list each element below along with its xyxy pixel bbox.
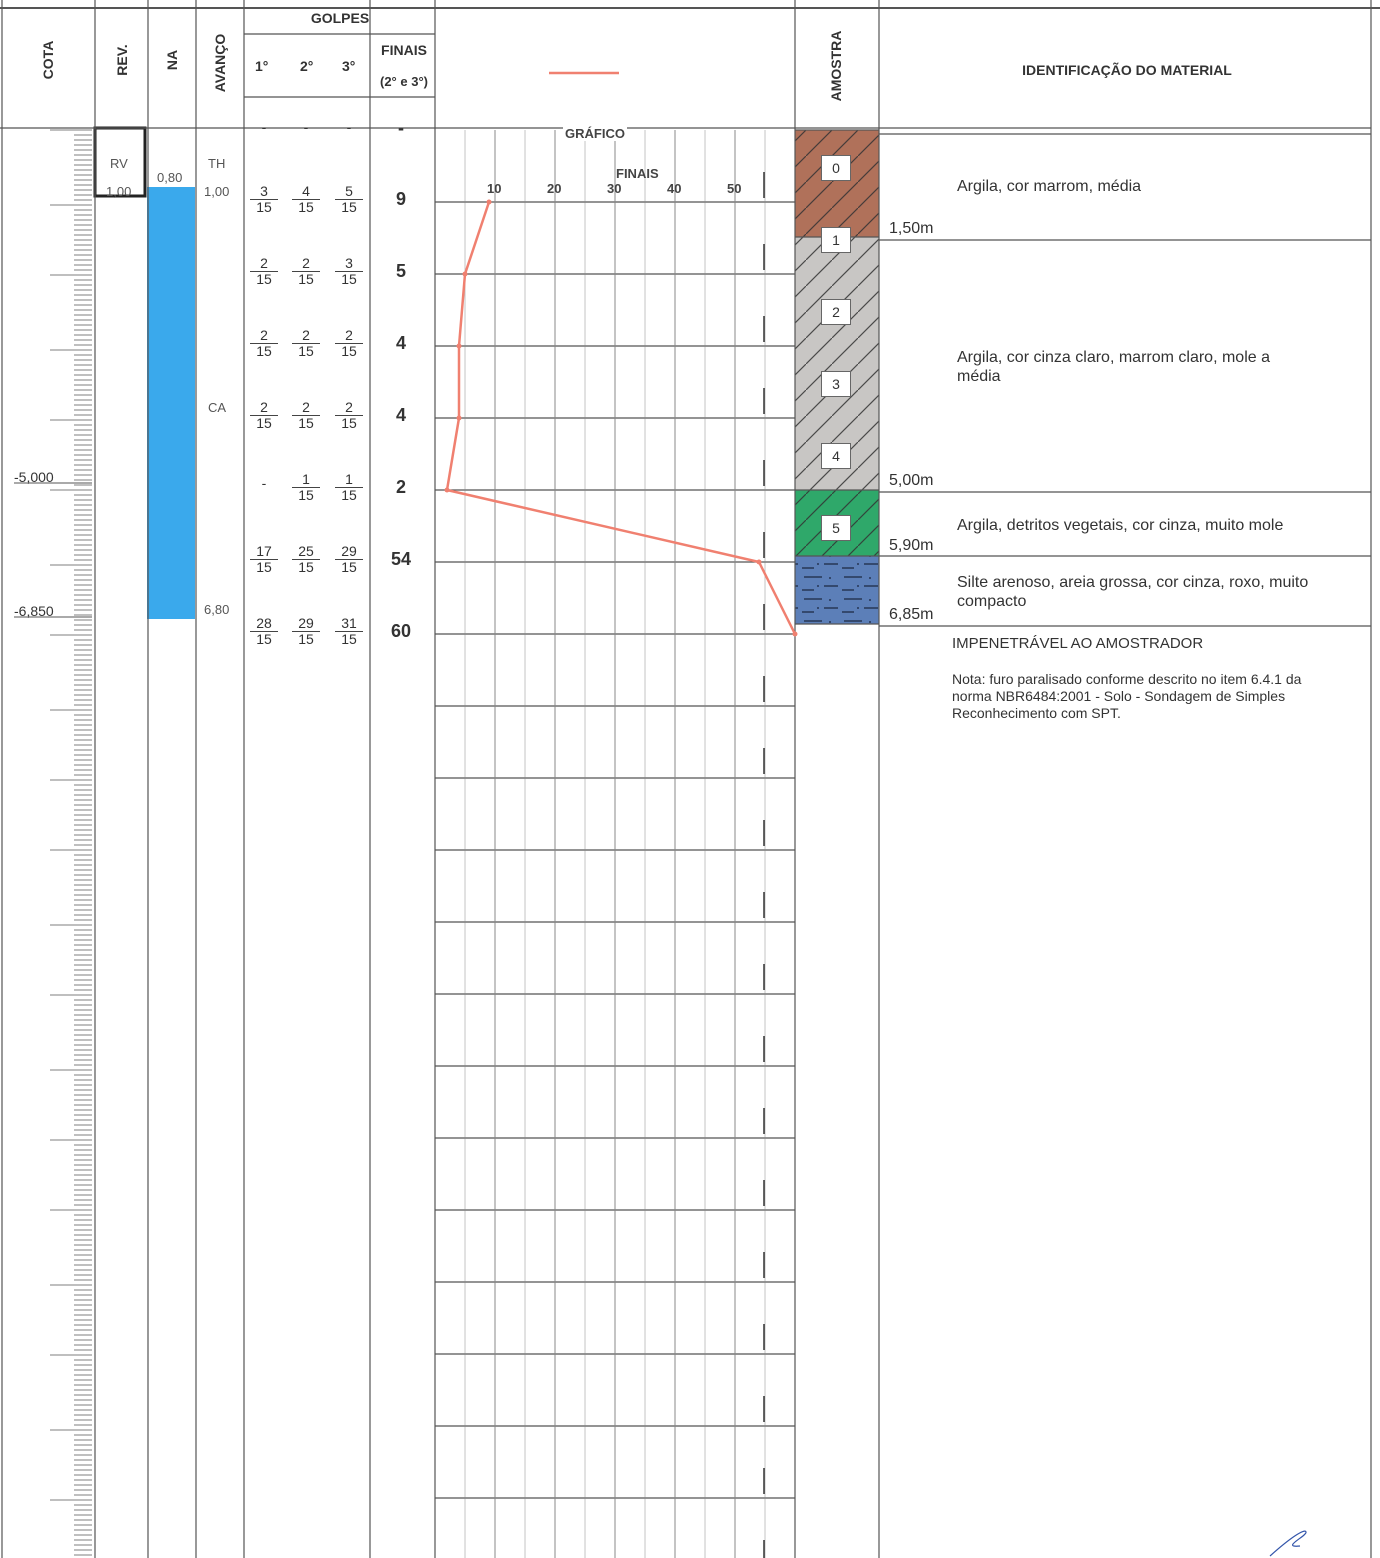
legend-line-sample (549, 71, 619, 75)
avanco-mid-code: CA (208, 400, 227, 415)
spt-data-point (456, 343, 462, 349)
golpe-2-header: 2° (300, 58, 314, 74)
golpe-3-header: 3° (342, 58, 356, 74)
spt-data-point (444, 487, 450, 493)
col-header-rev: REV. (114, 44, 130, 76)
rev-code: RV (110, 156, 128, 171)
golpe-count: 28 15 (250, 616, 278, 647)
avanco-top-code: TH (208, 156, 226, 171)
boring-note: Nota: furo paralisado conforme descrito … (952, 671, 1302, 721)
golpe-count: 2 15 (292, 400, 320, 431)
na-start-depth: 0,80 (157, 170, 183, 185)
log-grid (0, 0, 1380, 1558)
golpe-top-2: - (303, 119, 309, 135)
layer-depth: 1,50m (889, 220, 934, 237)
amostra-number: 0 (821, 155, 851, 181)
layer-depth: 6,85m (889, 606, 934, 623)
col-header-amostra: AMOSTRA (828, 30, 844, 102)
chart-tick-label: 30 (607, 181, 622, 196)
spt-data-point (462, 271, 468, 277)
golpe-count: 17 15 (250, 544, 278, 575)
golpe-count: - (261, 475, 267, 491)
golpe-count: 2 15 (292, 328, 320, 359)
chart-tick-label: 20 (547, 181, 562, 196)
golpe-top-1: - (261, 119, 267, 135)
finais-value: 60 (390, 621, 412, 641)
golpe-count: 2 15 (335, 328, 363, 359)
col-header-avanco: AVANÇO (212, 33, 228, 93)
cota-mark: -5,000 (14, 469, 54, 485)
layer-depth: 5,00m (889, 472, 934, 489)
finais-value: 2 (395, 477, 406, 497)
chart-tick-label: 10 (487, 181, 502, 196)
chart-title: GRÁFICO (563, 126, 627, 141)
finais-value: 4 (395, 333, 406, 353)
golpe-count: 5 15 (335, 184, 363, 215)
water-level-bar (147, 187, 195, 619)
golpe-count: 29 15 (335, 544, 363, 575)
finais-sub-header: (2° e 3°) (380, 74, 428, 89)
col-header-golpes: GOLPES (310, 10, 370, 26)
chart-tick-label: 40 (667, 181, 682, 196)
golpe-count: 25 15 (292, 544, 320, 575)
soil-layer-pattern (795, 556, 879, 624)
col-header-identificacao: IDENTIFICAÇÃO DO MATERIAL (1022, 62, 1232, 78)
golpe-count: 2 15 (250, 256, 278, 287)
amostra-number: 3 (821, 371, 851, 397)
finais-value: 4 (395, 405, 406, 425)
golpe-1-header: 1° (255, 58, 269, 74)
spt-data-point (486, 199, 492, 205)
golpe-count: 4 15 (292, 184, 320, 215)
chart-axis-label: FINAIS (616, 166, 659, 181)
golpe-top-3: - (346, 119, 352, 135)
soil-layer-pattern (795, 130, 879, 237)
golpe-count: 2 15 (250, 400, 278, 431)
sondagem-log-sheet: COTA REV. NA AVANÇO GOLPES 1° 2° 3° FINA… (0, 0, 1380, 1558)
layer-desc: Argila, detritos vegetais, cor cinza, mu… (957, 517, 1284, 534)
col-header-na: NA (164, 49, 180, 71)
avanco-bottom-depth: 6,80 (204, 602, 230, 617)
cota-mark: -6,850 (14, 603, 54, 619)
golpe-count: 2 15 (250, 328, 278, 359)
finais-top: - (398, 118, 404, 138)
finais-value: 9 (395, 189, 406, 209)
layer-desc: Argila, cor marrom, média (957, 178, 1142, 195)
golpe-count: 31 15 (335, 616, 363, 647)
golpe-count: 1 15 (292, 472, 320, 503)
amostra-number: 2 (821, 299, 851, 325)
chart-tick-label: 50 (727, 181, 742, 196)
avanco-top-depth: 1,00 (204, 184, 230, 199)
amostra-number: 1 (821, 227, 851, 253)
spt-data-point (756, 559, 762, 565)
amostra-number: 4 (821, 443, 851, 469)
signature-mark (1269, 1530, 1307, 1557)
layer-desc: Argila, cor cinza claro, marrom claro, m… (957, 349, 1270, 385)
golpe-count: 2 15 (335, 400, 363, 431)
spt-data-point (792, 631, 798, 637)
golpe-count: 29 15 (292, 616, 320, 647)
finais-value: 5 (395, 261, 406, 281)
layer-desc: Silte arenoso, areia grossa, cor cinza, … (957, 574, 1309, 610)
golpe-count: 1 15 (335, 472, 363, 503)
spt-data-point (456, 415, 462, 421)
end-of-boring-text: IMPENETRÁVEL AO AMOSTRADOR (952, 635, 1204, 652)
golpe-count: 3 15 (335, 256, 363, 287)
col-header-cota: COTA (40, 40, 56, 80)
golpe-count: 2 15 (292, 256, 320, 287)
layer-depth: 5,90m (889, 537, 934, 554)
amostra-number: 5 (821, 515, 851, 541)
finais-value: 54 (390, 549, 412, 569)
golpe-count: 3 15 (250, 184, 278, 215)
finais-header: FINAIS (381, 42, 427, 58)
rev-depth: 1,00 (106, 184, 132, 199)
